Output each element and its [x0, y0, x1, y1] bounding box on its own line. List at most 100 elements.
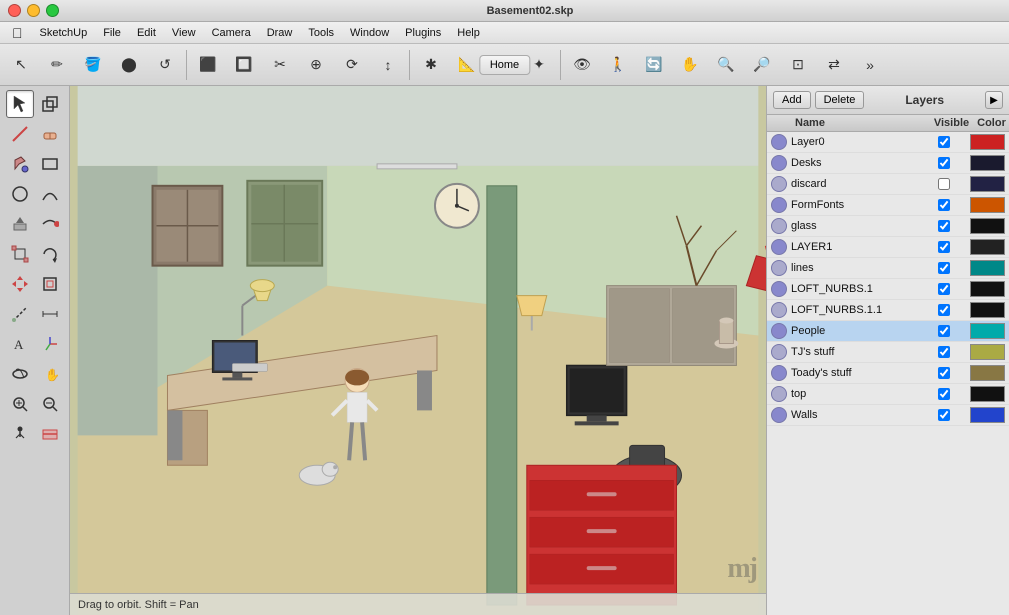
tool-paint-btn[interactable]	[6, 150, 34, 178]
tool-pan[interactable]: ✋	[673, 48, 707, 82]
layer-visibility-check[interactable]	[921, 367, 966, 379]
tool-arc-btn[interactable]	[36, 180, 64, 208]
layer-visibility-check[interactable]	[921, 178, 966, 190]
tool-rotate-btn[interactable]	[36, 240, 64, 268]
layer-visibility-check[interactable]	[921, 241, 966, 253]
tool-followme-btn[interactable]	[36, 210, 64, 238]
tool-pushpull-btn[interactable]	[6, 210, 34, 238]
layer-row[interactable]: top	[767, 384, 1009, 405]
close-button[interactable]	[8, 4, 21, 17]
tool-prevnext[interactable]: ⇄	[817, 48, 851, 82]
tool-orbit-btn[interactable]	[6, 360, 34, 388]
layer-visibility-check[interactable]	[921, 199, 966, 211]
tool-rotate[interactable]: ⟳	[335, 48, 369, 82]
viewport[interactable]: Drag to orbit. Shift = Pan mj	[70, 86, 766, 615]
tool-followme[interactable]: ✂	[263, 48, 297, 82]
layers-panel-arrow[interactable]: ▶	[985, 91, 1003, 109]
tool-scale[interactable]: ⊕	[299, 48, 333, 82]
layer-visibility-check[interactable]	[921, 304, 966, 316]
tool-tape[interactable]: ✱	[414, 48, 448, 82]
tool-component-btn[interactable]	[36, 90, 64, 118]
layer-row[interactable]: LOFT_NURBS.1	[767, 279, 1009, 300]
tool-move[interactable]: ↕	[371, 48, 405, 82]
menu-file[interactable]: File	[96, 25, 128, 41]
tool-zoomextents[interactable]: ⊡	[781, 48, 815, 82]
layer-visibility-check[interactable]	[921, 409, 966, 421]
tool-walk-btn[interactable]	[6, 420, 34, 448]
layer-visibility-check[interactable]	[921, 346, 966, 358]
tool-lookaround[interactable]: 👁	[565, 48, 599, 82]
layer-row[interactable]: Layer0	[767, 132, 1009, 153]
tool-text-btn[interactable]: A	[6, 330, 34, 358]
add-layer-button[interactable]: Add	[773, 91, 811, 109]
menu-sketchup[interactable]: SketchUp	[33, 25, 95, 41]
layer-color-swatch[interactable]	[970, 260, 1005, 276]
layer-color-swatch[interactable]	[970, 365, 1005, 381]
layer-color-swatch[interactable]	[970, 281, 1005, 297]
menu-plugins[interactable]: Plugins	[398, 25, 448, 41]
tool-arc[interactable]: ↺	[148, 48, 182, 82]
layer-color-swatch[interactable]	[970, 323, 1005, 339]
layer-visibility-check[interactable]	[921, 157, 966, 169]
tool-scale-btn[interactable]	[6, 240, 34, 268]
layer-color-swatch[interactable]	[970, 386, 1005, 402]
tool-move-btn[interactable]	[6, 270, 34, 298]
layer-row[interactable]: discard	[767, 174, 1009, 195]
layer-visibility-check[interactable]	[921, 388, 966, 400]
tool-section-btn[interactable]	[36, 420, 64, 448]
layer-row[interactable]: Toady's stuff	[767, 363, 1009, 384]
tool-circle[interactable]: ⬤	[112, 48, 146, 82]
tool-zoomout-btn[interactable]	[36, 390, 64, 418]
layer-color-swatch[interactable]	[970, 302, 1005, 318]
menu-camera[interactable]: Camera	[205, 25, 258, 41]
menu-edit[interactable]: Edit	[130, 25, 163, 41]
layer-color-swatch[interactable]	[970, 239, 1005, 255]
tool-tape-btn[interactable]	[6, 300, 34, 328]
layer-color-swatch[interactable]	[970, 407, 1005, 423]
tool-eraser-btn[interactable]	[36, 120, 64, 148]
menu-view[interactable]: View	[165, 25, 203, 41]
menu-draw[interactable]: Draw	[260, 25, 300, 41]
layer-row[interactable]: LAYER1	[767, 237, 1009, 258]
tool-offset[interactable]: 🔲	[227, 48, 261, 82]
tool-pushpull[interactable]: ⬛	[191, 48, 225, 82]
tool-line-btn[interactable]	[6, 120, 34, 148]
home-button[interactable]: Home	[479, 55, 530, 75]
menu-window[interactable]: Window	[343, 25, 396, 41]
tool-offset-btn[interactable]	[36, 270, 64, 298]
tool-zoomwindow[interactable]: 🔎	[745, 48, 779, 82]
layer-color-swatch[interactable]	[970, 344, 1005, 360]
layer-color-swatch[interactable]	[970, 176, 1005, 192]
menu-tools[interactable]: Tools	[301, 25, 341, 41]
layer-row[interactable]: Desks	[767, 153, 1009, 174]
tool-axes-btn[interactable]	[36, 330, 64, 358]
tool-select-btn[interactable]	[6, 90, 34, 118]
layer-row[interactable]: FormFonts	[767, 195, 1009, 216]
tool-select[interactable]: ↖	[4, 48, 38, 82]
layer-visibility-check[interactable]	[921, 220, 966, 232]
minimize-button[interactable]	[27, 4, 40, 17]
layer-row[interactable]: LOFT_NURBS.1.1	[767, 300, 1009, 321]
layer-row[interactable]: lines	[767, 258, 1009, 279]
tool-rect-btn[interactable]	[36, 150, 64, 178]
apple-menu[interactable]: 	[4, 25, 31, 41]
tool-dimension-btn[interactable]	[36, 300, 64, 328]
maximize-button[interactable]	[46, 4, 59, 17]
tool-pencil[interactable]: ✏	[40, 48, 74, 82]
layer-visibility-check[interactable]	[921, 325, 966, 337]
layer-row[interactable]: People	[767, 321, 1009, 342]
tool-orbit[interactable]: 🔄	[637, 48, 671, 82]
tool-paint[interactable]: 🪣	[76, 48, 110, 82]
layer-visibility-check[interactable]	[921, 136, 966, 148]
toolbar-more[interactable]: »	[853, 48, 887, 82]
layer-color-swatch[interactable]	[970, 155, 1005, 171]
tool-circle-btn[interactable]	[6, 180, 34, 208]
layer-row[interactable]: TJ's stuff	[767, 342, 1009, 363]
layer-color-swatch[interactable]	[970, 197, 1005, 213]
layer-visibility-check[interactable]	[921, 262, 966, 274]
layer-row[interactable]: Walls	[767, 405, 1009, 426]
delete-layer-button[interactable]: Delete	[815, 91, 865, 109]
layer-row[interactable]: glass	[767, 216, 1009, 237]
tool-zoom[interactable]: 🔍	[709, 48, 743, 82]
tool-walk[interactable]: 🚶	[601, 48, 635, 82]
